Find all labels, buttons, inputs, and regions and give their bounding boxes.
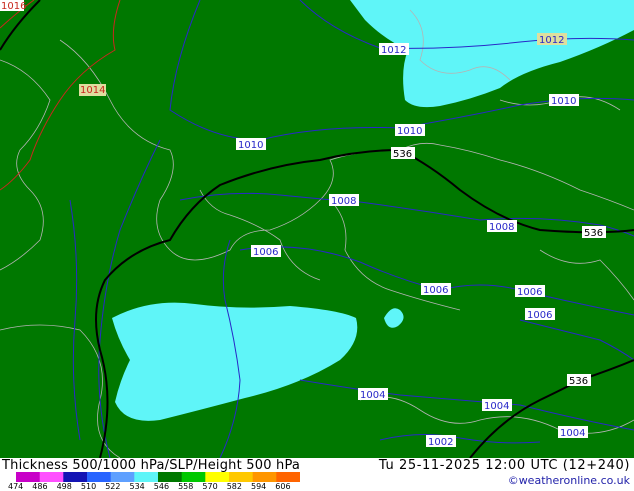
isobar-label: 1010 xyxy=(549,94,579,107)
svg-text:1006: 1006 xyxy=(253,247,278,258)
isobar-label: 1010 xyxy=(395,124,425,137)
svg-text:1008: 1008 xyxy=(331,196,356,207)
isobar-label: 1002 xyxy=(426,435,456,448)
svg-text:1016: 1016 xyxy=(1,1,26,12)
scale-swatch xyxy=(110,472,135,482)
scale-swatch xyxy=(63,472,88,482)
scale-swatch xyxy=(252,472,277,482)
scale-swatch xyxy=(134,472,159,482)
isobar-label: 1008 xyxy=(487,220,517,233)
credit-link[interactable]: ©weatheronline.co.uk xyxy=(508,474,630,487)
scale-swatch xyxy=(39,472,64,482)
scale-swatch xyxy=(205,472,230,482)
thickness-label: 536 xyxy=(391,147,415,160)
isobar-label: 1004 xyxy=(358,388,388,401)
isobar-label: 1004 xyxy=(482,399,512,412)
map-title: Thickness 500/1000 hPa/SLP/Height 500 hP… xyxy=(2,458,301,473)
color-scale xyxy=(16,472,300,482)
valid-time: Tu 25-11-2025 12:00 UTC (12+240) xyxy=(378,458,630,473)
thickness-label: 536 xyxy=(582,226,606,239)
svg-text:1002: 1002 xyxy=(428,437,453,448)
isobar-label: 1012 xyxy=(537,33,567,46)
svg-text:1004: 1004 xyxy=(360,390,385,401)
svg-text:1008: 1008 xyxy=(489,222,514,233)
svg-text:1004: 1004 xyxy=(484,401,509,412)
weather-map: 1016 1014 1012 1012 1010 1010 1010 1008 … xyxy=(0,0,634,458)
svg-text:1012: 1012 xyxy=(381,45,406,56)
isobar-label: 1010 xyxy=(236,138,266,151)
svg-text:1006: 1006 xyxy=(423,285,448,296)
svg-text:536: 536 xyxy=(584,228,603,239)
svg-text:1014: 1014 xyxy=(80,85,105,96)
svg-text:1012: 1012 xyxy=(539,35,564,46)
map-canvas: 1016 1014 1012 1012 1010 1010 1010 1008 … xyxy=(0,0,634,458)
svg-text:536: 536 xyxy=(569,376,588,387)
scale-swatch xyxy=(181,472,206,482)
isobar-label: 1014 xyxy=(79,84,106,96)
scale-swatch xyxy=(229,472,254,482)
isobar-label: 1006 xyxy=(251,245,281,258)
thickness-label: 536 xyxy=(567,374,591,387)
isobar-label: 1004 xyxy=(558,426,588,439)
svg-text:1010: 1010 xyxy=(397,126,422,137)
svg-text:1004: 1004 xyxy=(560,428,585,439)
svg-text:1010: 1010 xyxy=(551,96,576,107)
isobar-label: 1006 xyxy=(515,285,545,298)
svg-text:1010: 1010 xyxy=(238,140,263,151)
isobar-label: 1006 xyxy=(525,308,555,321)
svg-text:1006: 1006 xyxy=(527,310,552,321)
map-footer: Thickness 500/1000 hPa/SLP/Height 500 hP… xyxy=(0,458,634,491)
scale-swatch xyxy=(16,472,41,482)
isobar-label: 1012 xyxy=(379,43,409,56)
isobar-label: 1006 xyxy=(421,283,451,296)
scale-swatch xyxy=(276,472,300,482)
svg-text:536: 536 xyxy=(393,149,412,160)
isobar-label: 1016 xyxy=(0,0,26,12)
isobar-label: 1008 xyxy=(329,194,359,207)
scale-swatch xyxy=(158,472,183,482)
svg-text:1006: 1006 xyxy=(517,287,542,298)
scale-swatch xyxy=(87,472,112,482)
